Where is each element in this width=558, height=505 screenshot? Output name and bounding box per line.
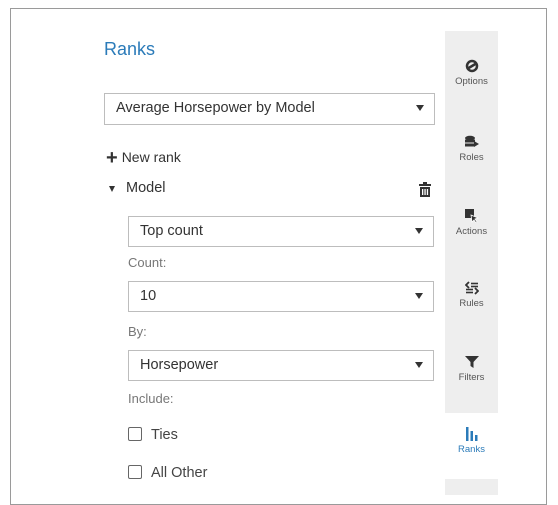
sidebar-item-label: Ranks — [458, 444, 485, 455]
dropdown-arrow-icon — [415, 228, 423, 234]
ties-checkbox-row[interactable]: Ties — [128, 427, 178, 443]
dropdown-arrow-icon — [415, 362, 423, 368]
plus-icon: + — [106, 147, 118, 169]
sidebar-item-ranks[interactable]: Ranks — [445, 413, 498, 479]
sidebar-item-rules[interactable]: Rules — [445, 281, 498, 343]
sidebar-item-filters[interactable]: Filters — [445, 355, 498, 417]
all-other-checkbox[interactable] — [128, 465, 142, 479]
actions-icon — [464, 209, 479, 223]
count-select[interactable]: 10 — [128, 281, 434, 312]
rank-item-label: Model — [126, 180, 166, 196]
report-object-select-value: Average Horsepower by Model — [116, 100, 315, 116]
sidebar-item-label: Filters — [458, 372, 485, 383]
count-value: 10 — [140, 288, 157, 304]
ties-checkbox[interactable] — [128, 427, 142, 441]
rules-icon — [464, 281, 479, 295]
roles-icon — [464, 135, 479, 147]
right-pane-sidebar: Options Roles Actions Rules Filters Rank… — [445, 31, 498, 495]
rank-item-header[interactable]: Model — [109, 180, 434, 202]
delete-icon[interactable] — [419, 182, 431, 197]
count-label: Count: — [128, 255, 167, 270]
new-rank-button[interactable]: + New rank — [106, 145, 181, 169]
by-measure-select[interactable]: Horsepower — [128, 350, 434, 381]
dialog-frame: Ranks Average Horsepower by Model + New r… — [10, 8, 547, 505]
all-other-checkbox-row[interactable]: All Other — [128, 465, 207, 481]
sidebar-item-label: Actions — [455, 226, 488, 237]
all-other-label: All Other — [151, 465, 208, 481]
by-measure-value: Horsepower — [140, 357, 219, 373]
report-object-select[interactable]: Average Horsepower by Model — [104, 93, 435, 125]
sidebar-item-label: Roles — [459, 152, 484, 163]
by-label: By: — [128, 324, 147, 339]
collapse-caret-icon[interactable] — [109, 186, 115, 192]
ranks-icon — [465, 427, 477, 441]
dropdown-arrow-icon — [415, 293, 423, 299]
rank-type-select[interactable]: Top count — [128, 216, 434, 247]
include-label: Include: — [128, 391, 174, 406]
new-rank-label: New rank — [121, 149, 181, 165]
sidebar-item-label: Options — [455, 76, 488, 87]
sidebar-item-roles[interactable]: Roles — [445, 135, 498, 197]
ranks-panel: Ranks Average Horsepower by Model + New r… — [104, 9, 444, 505]
filter-icon — [464, 356, 479, 368]
options-icon — [465, 59, 478, 73]
sidebar-item-label: Rules — [459, 298, 484, 309]
dropdown-arrow-icon — [416, 105, 424, 111]
ties-label: Ties — [151, 427, 178, 443]
sidebar-item-options[interactable]: Options — [445, 59, 498, 121]
rank-type-value: Top count — [140, 223, 203, 239]
panel-title: Ranks — [104, 39, 156, 59]
sidebar-item-actions[interactable]: Actions — [445, 209, 498, 271]
